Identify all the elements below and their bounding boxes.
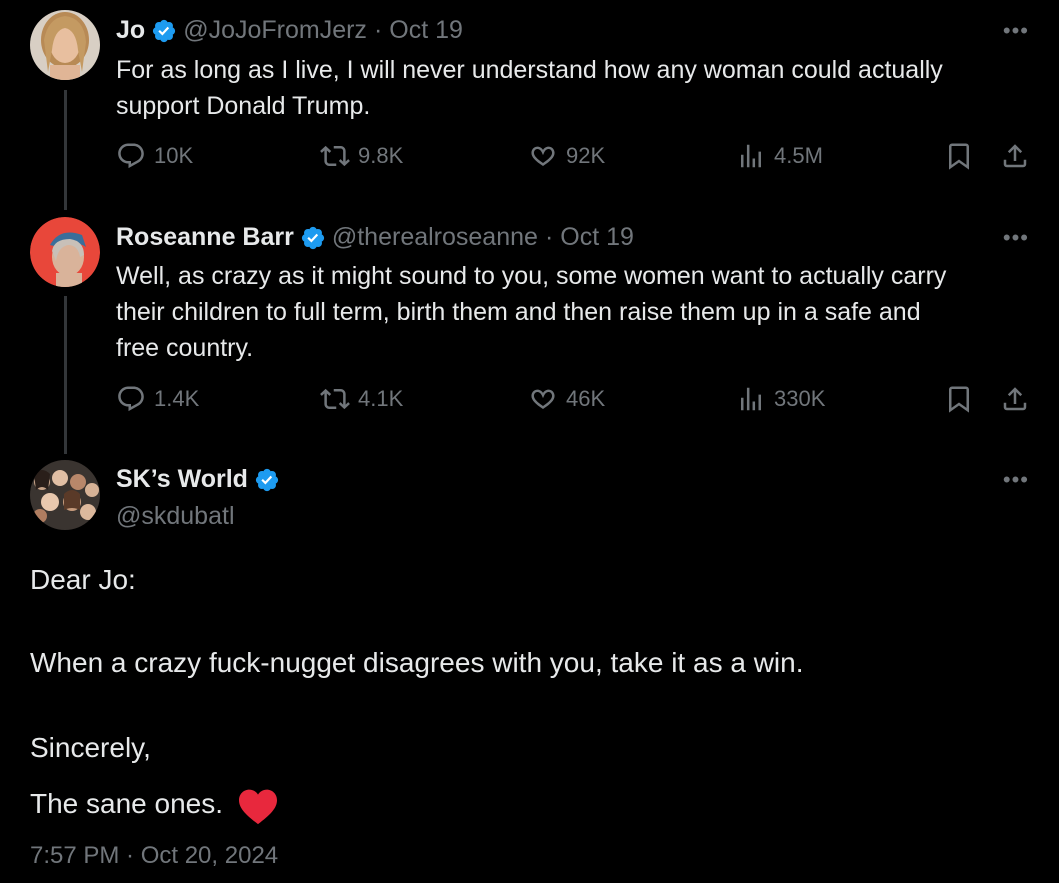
- view-count: 330K: [774, 386, 826, 411]
- handle[interactable]: @JoJoFromJerz: [183, 16, 367, 45]
- reply-button[interactable]: 10K: [116, 141, 193, 171]
- heart-icon: [528, 384, 566, 414]
- tweet-text: Well, as crazy as it might sound to you,…: [116, 258, 1036, 366]
- bookmark-icon: [944, 141, 982, 171]
- display-name[interactable]: SK’s World: [116, 465, 248, 494]
- signature-line-wrap: The sane ones.: [30, 786, 1030, 825]
- thread-line-2: [64, 296, 67, 454]
- retweet-icon: [320, 384, 358, 414]
- views-button[interactable]: 330K: [736, 384, 825, 414]
- bookmark-button[interactable]: [944, 141, 982, 171]
- avatar[interactable]: [30, 217, 100, 287]
- tweet-text: Dear Jo:: [30, 562, 1030, 598]
- signoff-line: Sincerely,: [30, 732, 151, 763]
- retweet-button[interactable]: 9.8K: [320, 141, 403, 171]
- message-line: When a crazy fuck-nugget disagrees with …: [30, 647, 804, 678]
- tweet-text-line: For as long as I live, I will never unde…: [116, 56, 943, 84]
- like-button[interactable]: 92K: [528, 141, 605, 171]
- views-button[interactable]: 4.5M: [736, 141, 823, 171]
- share-button[interactable]: [1000, 384, 1038, 414]
- retweet-icon: [320, 141, 358, 171]
- tweet-header: Jo @JoJoFromJerz · Oct 19: [116, 16, 463, 45]
- tweet-text-line: Well, as crazy as it might sound to you,…: [116, 262, 947, 290]
- more-options-icon[interactable]: •••: [1003, 225, 1029, 251]
- like-button[interactable]: 46K: [528, 384, 605, 414]
- heart-icon: [528, 141, 566, 171]
- avatar[interactable]: [30, 10, 100, 80]
- more-options-icon[interactable]: •••: [1003, 18, 1029, 44]
- verified-badge-icon: [255, 468, 279, 491]
- retweet-count: 4.1K: [358, 386, 404, 411]
- action-bar: 1.4K 4.1K 46K 330K: [116, 384, 1036, 424]
- bookmark-icon: [944, 384, 982, 414]
- reply-count: 1.4K: [154, 386, 200, 411]
- share-icon: [1000, 141, 1038, 171]
- like-count: 46K: [566, 386, 606, 411]
- tweet-text-line: free country.: [116, 334, 254, 362]
- share-icon: [1000, 384, 1038, 414]
- tweet-text-line: their children to full term, birth them …: [116, 298, 921, 326]
- separator-dot: ·: [373, 16, 383, 44]
- more-options-icon[interactable]: •••: [1003, 467, 1029, 493]
- tweet-text-signoff: Sincerely, The sane ones.: [30, 730, 1030, 825]
- reply-count: 10K: [154, 143, 194, 168]
- views-icon: [736, 141, 774, 171]
- action-bar: 10K 9.8K 92K 4.5M: [116, 141, 1036, 181]
- share-button[interactable]: [1000, 141, 1038, 171]
- tweet-text-body: When a crazy fuck-nugget disagrees with …: [30, 645, 1030, 681]
- thread-line-1: [64, 90, 67, 210]
- verified-badge-icon: [301, 226, 324, 249]
- signature-line: The sane ones.: [30, 788, 224, 819]
- display-name[interactable]: Roseanne Barr: [116, 223, 294, 252]
- handle[interactable]: @therealroseanne: [332, 223, 538, 252]
- verified-badge-icon: [153, 19, 176, 42]
- red-heart-emoji-icon: [238, 789, 277, 824]
- avatar[interactable]: [30, 460, 100, 530]
- retweet-count: 9.8K: [358, 143, 404, 168]
- like-count: 92K: [566, 143, 606, 168]
- tweet-date[interactable]: Oct 19: [560, 223, 634, 252]
- tweet-text: For as long as I live, I will never unde…: [116, 52, 1036, 124]
- handle[interactable]: @skdubatl: [116, 502, 235, 531]
- separator-dot: ·: [544, 223, 554, 251]
- display-name[interactable]: Jo: [116, 16, 145, 45]
- tweet-header: SK’s World: [116, 465, 286, 494]
- reply-button[interactable]: 1.4K: [116, 384, 199, 414]
- tweet-date[interactable]: Oct 19: [389, 16, 463, 45]
- tweet-text-line: support Donald Trump.: [116, 92, 371, 120]
- reply-icon: [116, 141, 154, 171]
- view-count: 4.5M: [774, 143, 823, 168]
- reply-icon: [116, 384, 154, 414]
- retweet-button[interactable]: 4.1K: [320, 384, 403, 414]
- views-icon: [736, 384, 774, 414]
- tweet-header: Roseanne Barr @therealroseanne · Oct 19: [116, 223, 634, 252]
- tweet-timestamp[interactable]: 7:57 PM · Oct 20, 2024: [30, 842, 278, 870]
- greeting-line: Dear Jo:: [30, 564, 136, 595]
- bookmark-button[interactable]: [944, 384, 982, 414]
